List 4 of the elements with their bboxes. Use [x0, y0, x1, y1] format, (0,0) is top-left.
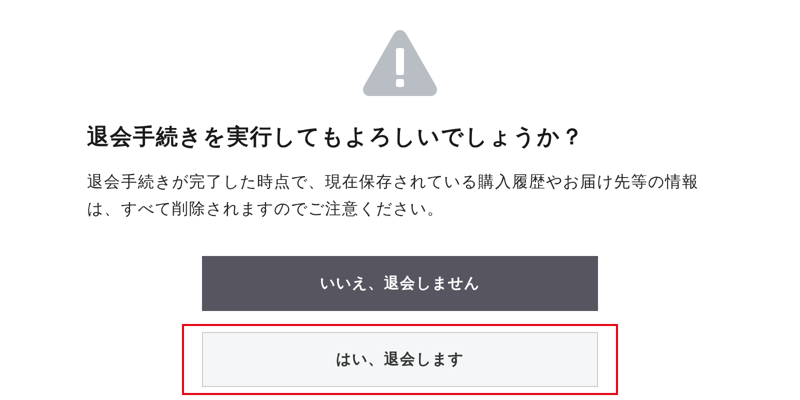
confirm-button[interactable]: はい、退会します — [202, 332, 598, 387]
warning-message: 退会手続きが完了した時点で、現在保存されている購入履歴やお届け先等の情報は、すべて削除されますのでご注意ください。 — [87, 171, 700, 220]
cancel-button[interactable]: いいえ、退会しません — [202, 256, 598, 311]
dialog-title: 退会手続きを実行してもよろしいでしょうか？ — [87, 124, 585, 152]
